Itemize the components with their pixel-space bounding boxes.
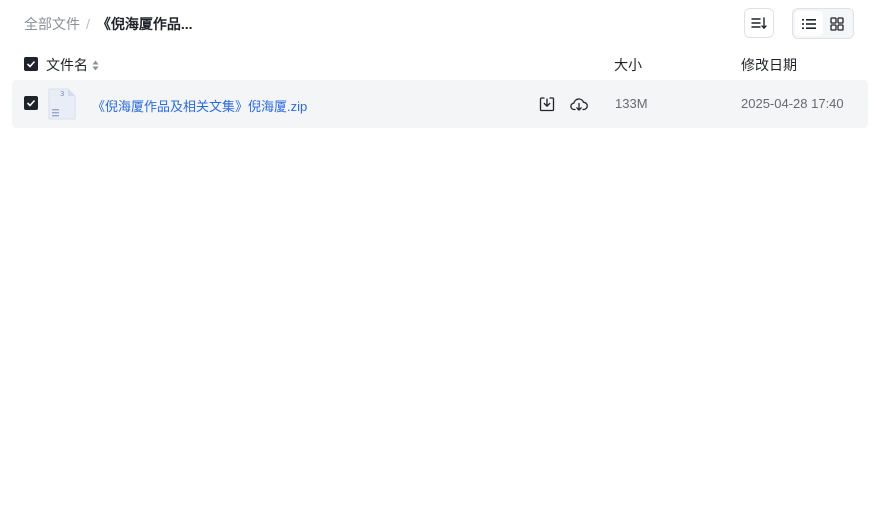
cloud-save-button[interactable] — [569, 95, 589, 113]
list-view-icon — [802, 18, 816, 29]
download-icon — [539, 97, 555, 112]
breadcrumb-root-link[interactable]: 全部文件 — [24, 14, 80, 34]
breadcrumb-separator: / — [86, 16, 90, 32]
select-all-checkbox[interactable] — [24, 57, 38, 71]
sort-button[interactable] — [744, 8, 774, 38]
row-checkbox[interactable] — [24, 96, 38, 110]
table-row[interactable]: 3 《倪海厦作品及相关文集》倪海厦.zip 133M 2025-04-28 17… — [12, 80, 868, 128]
grid-view-button[interactable] — [823, 11, 851, 36]
breadcrumb-current: 《倪海厦作品... — [96, 16, 193, 32]
sort-toggle-icon — [92, 60, 99, 71]
table-header: 文件名 大小 修改日期 — [0, 52, 878, 76]
zip-file-icon: 3 — [48, 88, 76, 120]
file-size: 133M — [615, 96, 648, 111]
grid-view-icon — [830, 16, 844, 31]
sort-list-icon — [751, 17, 767, 29]
column-header-size[interactable]: 大小 — [614, 55, 642, 75]
view-mode-toggle — [792, 8, 854, 39]
check-icon — [26, 60, 36, 68]
column-header-modified[interactable]: 修改日期 — [741, 55, 797, 75]
svg-text:3: 3 — [60, 90, 64, 98]
download-button[interactable] — [538, 95, 556, 113]
cloud-save-icon — [570, 98, 588, 111]
breadcrumb: 全部文件 / 《倪海厦作品... — [24, 14, 193, 34]
column-name-label: 文件名 — [46, 57, 88, 73]
column-header-name[interactable]: 文件名 — [46, 55, 99, 75]
file-modified-date: 2025-04-28 17:40 — [741, 96, 844, 111]
file-name-link[interactable]: 《倪海厦作品及相关文集》倪海厦.zip — [92, 96, 307, 115]
list-view-button[interactable] — [795, 11, 823, 36]
check-icon — [26, 99, 36, 107]
